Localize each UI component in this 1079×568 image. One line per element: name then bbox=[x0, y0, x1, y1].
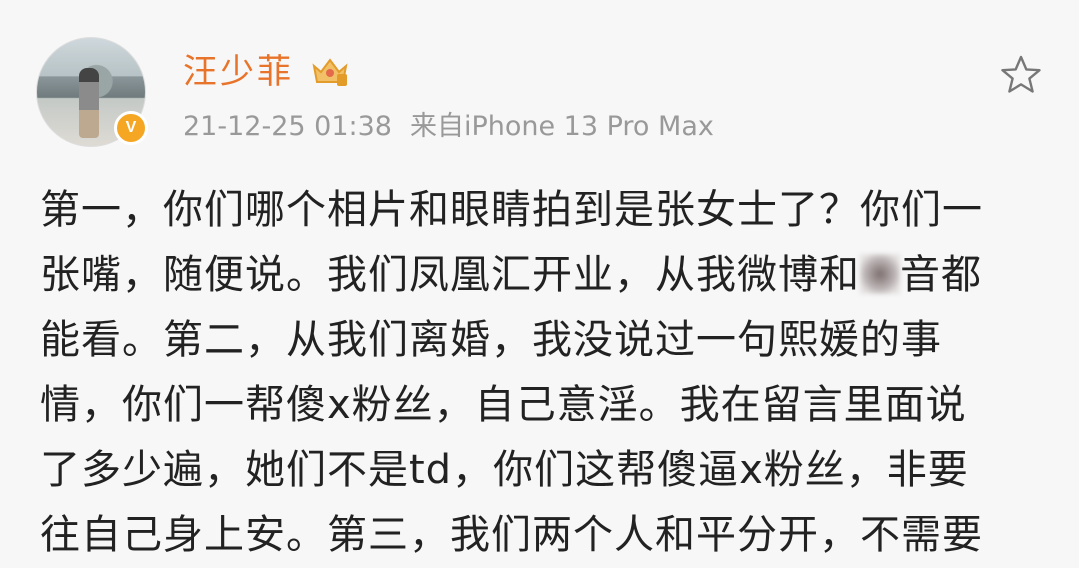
body-line-text: 情，你们一帮傻x粉丝，自己意淫。我在留言里面说 bbox=[40, 382, 967, 428]
avatar-figure bbox=[79, 68, 99, 138]
body-line: 第一，你们哪个相片和眼睛拍到是张女士了？你们一 bbox=[40, 178, 1025, 243]
crown-icon bbox=[312, 58, 348, 86]
body-line: 了多少遍，她们不是td，你们这帮傻逼x粉丝，非要 bbox=[40, 438, 1025, 503]
body-line-text: 往自己身上安。第三，我们两个人和平分开，不需要 bbox=[40, 512, 983, 558]
body-line: 张嘴，随便说。我们凤凰汇开业，从我微博和 音都 bbox=[40, 243, 1025, 308]
post-source[interactable]: 来自iPhone 13 Pro Max bbox=[410, 111, 714, 142]
post-timestamp: 21-12-25 01:38 bbox=[183, 111, 392, 142]
blurred-text bbox=[860, 254, 900, 294]
author-name[interactable]: 汪少菲 bbox=[183, 52, 294, 92]
post-body: 第一，你们哪个相片和眼睛拍到是张女士了？你们一 张嘴，随便说。我们凤凰汇开业，从… bbox=[40, 178, 1025, 568]
body-line: 往自己身上安。第三，我们两个人和平分开，不需要 bbox=[40, 503, 1025, 568]
post-meta: 21-12-25 01:38 来自iPhone 13 Pro Max bbox=[183, 110, 714, 144]
body-line-text: 了多少遍，她们不是td，你们这帮傻逼x粉丝，非要 bbox=[40, 447, 969, 493]
body-line-text: 张嘴，随便说。我们凤凰汇开业，从我微博和 bbox=[40, 252, 860, 298]
verified-badge: V bbox=[114, 111, 148, 145]
body-line-text: 能看。第二，从我们离婚，我没说过一句熙媛的事 bbox=[40, 317, 942, 363]
body-line: 情，你们一帮傻x粉丝，自己意淫。我在留言里面说 bbox=[40, 373, 1025, 438]
star-icon[interactable] bbox=[1000, 54, 1042, 96]
avatar[interactable]: V bbox=[36, 37, 148, 147]
body-line: 能看。第二，从我们离婚，我没说过一句熙媛的事 bbox=[40, 308, 1025, 373]
body-line-text: 第一，你们哪个相片和眼睛拍到是张女士了？你们一 bbox=[40, 187, 983, 233]
body-line-text-after-blur: 音都 bbox=[900, 252, 982, 298]
